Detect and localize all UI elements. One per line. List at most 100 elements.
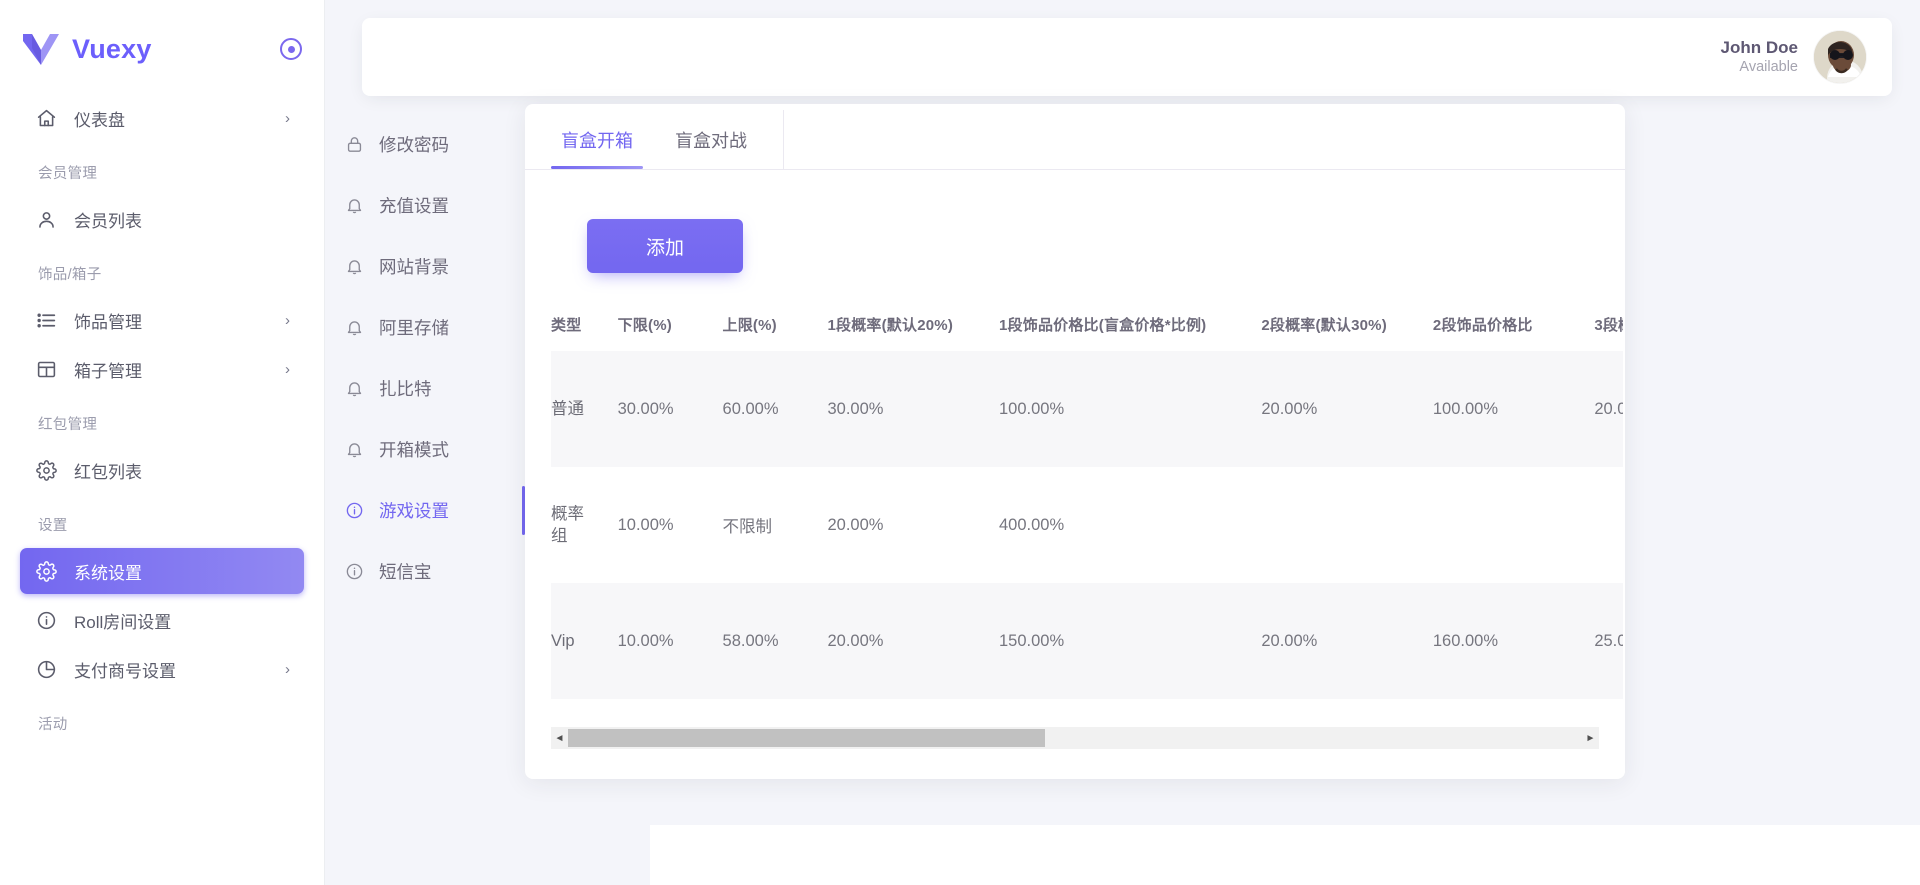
info-icon <box>343 500 365 522</box>
info-icon <box>34 608 58 632</box>
subnav-item-open-box-mode[interactable]: 开箱模式 <box>325 419 525 480</box>
scroll-left-arrow-icon[interactable]: ◄ <box>551 727 568 749</box>
sidebar-item-label: 支付商号设置 <box>74 657 176 682</box>
bell-icon <box>343 439 365 461</box>
home-icon <box>34 106 58 130</box>
sidebar-section-members: 会员管理 <box>0 144 324 193</box>
tab-label: 盲盒对战 <box>675 131 747 151</box>
table-horizontal-scrollbar[interactable]: ◄ ► <box>551 727 1599 749</box>
game-settings-card: 盲盒开箱 盲盒对战 添加 类型 <box>525 104 1625 779</box>
column-header-lower-limit: 下限(%) <box>618 300 723 351</box>
gear-icon <box>34 458 58 482</box>
add-button[interactable]: 添加 <box>587 219 743 273</box>
chevron-right-icon: › <box>285 662 290 677</box>
column-header-stage2-prob: 2段概率(默认30%) <box>1261 300 1433 351</box>
brand-header[interactable]: Vuexy <box>0 0 324 92</box>
app-root: Vuexy 仪表盘 › 会员管理 会员列表 饰品/箱子 <box>0 0 1920 885</box>
sidebar-item-redpacket-list[interactable]: 红包列表 <box>20 447 304 493</box>
cell-stage1-ratio: 100.00% <box>999 351 1261 467</box>
sidebar-item-payment-merchant-settings[interactable]: 支付商号设置 › <box>20 646 304 692</box>
cell-stage2-prob <box>1261 467 1433 583</box>
sidebar-nav: 仪表盘 › 会员管理 会员列表 饰品/箱子 饰品管理 › <box>0 95 324 748</box>
subnav-item-change-password[interactable]: 修改密码 <box>325 114 525 175</box>
bell-icon <box>343 195 365 217</box>
lock-icon <box>343 134 365 156</box>
subnav-item-label: 阿里存储 <box>379 315 449 340</box>
primary-sidebar: Vuexy 仪表盘 › 会员管理 会员列表 饰品/箱子 <box>0 0 325 885</box>
settings-subnav: 修改密码 充值设置 网站背景 阿里存储 <box>325 96 525 602</box>
sidebar-item-dashboard[interactable]: 仪表盘 › <box>20 95 304 141</box>
cell-stage3-prob <box>1594 467 1625 583</box>
layout-icon <box>34 357 58 381</box>
subnav-item-zabit[interactable]: 扎比特 <box>325 358 525 419</box>
tab-blindbox-battle[interactable]: 盲盒对战 <box>665 127 757 169</box>
chevron-right-icon: › <box>285 313 290 328</box>
subnav-item-label: 扎比特 <box>379 376 432 401</box>
sidebar-item-label: Roll房间设置 <box>74 608 171 633</box>
table-head: 类型 下限(%) 上限(%) 1段概率(默认20%) 1段饰品价格比(盲盒价格*… <box>551 300 1625 351</box>
subnav-item-aliyun-storage[interactable]: 阿里存储 <box>325 297 525 358</box>
table-row[interactable]: Vip 10.00% 58.00% 20.00% 150.00% 20.00% … <box>551 583 1625 699</box>
subnav-item-sms[interactable]: 短信宝 <box>325 541 525 602</box>
cell-stage1-ratio: 150.00% <box>999 583 1261 699</box>
subnav-item-game-settings[interactable]: 游戏设置 <box>325 480 525 541</box>
cell-upper: 60.00% <box>723 351 828 467</box>
column-header-type: 类型 <box>551 300 618 351</box>
column-header-stage3-prob: 3段概率(默认40%) <box>1594 300 1625 351</box>
sidebar-item-label: 红包列表 <box>74 458 142 483</box>
cell-stage2-ratio: 100.00% <box>1433 351 1594 467</box>
table-row[interactable]: 普通 30.00% 60.00% 30.00% 100.00% 20.00% 1… <box>551 351 1625 467</box>
sidebar-item-system-settings[interactable]: 系统设置 <box>20 548 304 594</box>
top-navbar: John Doe Available <box>362 18 1892 96</box>
chevron-right-icon: › <box>285 362 290 377</box>
subnav-item-label: 修改密码 <box>379 132 449 157</box>
sidebar-item-roll-room-settings[interactable]: Roll房间设置 <box>20 597 304 643</box>
subnav-item-site-background[interactable]: 网站背景 <box>325 236 525 297</box>
sidebar-item-member-list[interactable]: 会员列表 <box>20 196 304 242</box>
tab-blindbox-open[interactable]: 盲盒开箱 <box>551 127 643 169</box>
sidebar-item-label: 箱子管理 <box>74 357 142 382</box>
column-header-stage1-price-ratio: 1段饰品价格比(盲盒价格*比例) <box>999 300 1261 351</box>
list-icon <box>34 308 58 332</box>
cell-type: 概率组 <box>551 467 618 583</box>
cell-stage2-prob: 20.00% <box>1261 583 1433 699</box>
user-meta: John Doe Available <box>1721 37 1798 77</box>
cell-upper: 不限制 <box>723 467 828 583</box>
table-body: 普通 30.00% 60.00% 30.00% 100.00% 20.00% 1… <box>551 351 1625 699</box>
scrollbar-thumb[interactable] <box>568 729 1045 747</box>
cell-stage1-prob: 30.00% <box>827 351 999 467</box>
user-profile[interactable]: John Doe Available <box>1721 31 1866 83</box>
cell-stage2-ratio <box>1433 467 1594 583</box>
sidebar-section-activity: 活动 <box>0 695 324 744</box>
cell-lower: 10.00% <box>618 583 723 699</box>
user-name: John Doe <box>1721 37 1798 58</box>
cell-stage3-prob: 25.00% <box>1594 583 1625 699</box>
avatar[interactable] <box>1814 31 1866 83</box>
subnav-item-label: 充值设置 <box>379 193 449 218</box>
scroll-right-arrow-icon[interactable]: ► <box>1582 727 1599 749</box>
subnav-item-recharge-settings[interactable]: 充值设置 <box>325 175 525 236</box>
scrollbar-track[interactable] <box>568 727 1582 749</box>
table-header-row: 类型 下限(%) 上限(%) 1段概率(默认20%) 1段饰品价格比(盲盒价格*… <box>551 300 1625 351</box>
column-header-stage1-prob: 1段概率(默认20%) <box>827 300 999 351</box>
sidebar-section-settings: 设置 <box>0 496 324 545</box>
circle-dot-icon[interactable] <box>280 38 302 60</box>
subnav-item-label: 开箱模式 <box>379 437 449 462</box>
brand-name: Vuexy <box>72 34 152 65</box>
vuexy-logo-icon <box>22 32 60 66</box>
subnav-item-label: 短信宝 <box>379 559 432 584</box>
sidebar-item-label: 系统设置 <box>74 559 142 584</box>
tab-bar: 盲盒开箱 盲盒对战 <box>525 104 1625 170</box>
user-status: Available <box>1721 58 1798 77</box>
chevron-right-icon: › <box>285 111 290 126</box>
content-area: John Doe Available <box>325 0 1920 885</box>
tabs-divider <box>783 110 784 170</box>
user-icon <box>34 207 58 231</box>
page-bottom-strip <box>650 825 1920 885</box>
sidebar-item-label: 仪表盘 <box>74 106 125 131</box>
sidebar-item-box-management[interactable]: 箱子管理 › <box>20 346 304 392</box>
cell-stage3-prob: 20.00% <box>1594 351 1625 467</box>
sidebar-item-item-management[interactable]: 饰品管理 › <box>20 297 304 343</box>
table-row[interactable]: 概率组 10.00% 不限制 20.00% 400.00% <box>551 467 1625 583</box>
sidebar-section-items: 饰品/箱子 <box>0 245 324 294</box>
